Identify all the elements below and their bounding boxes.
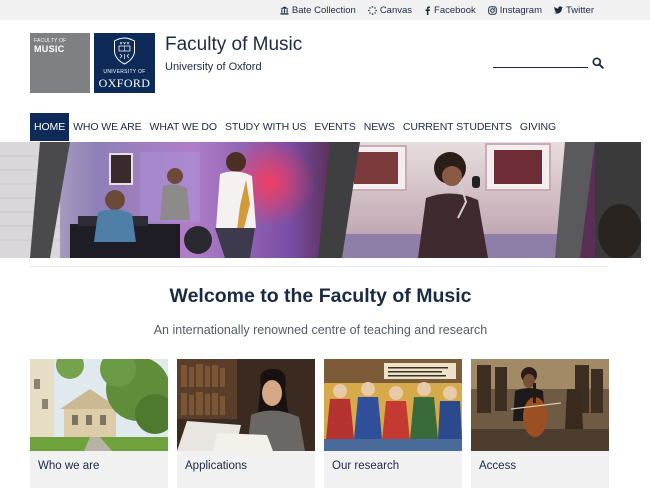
hero-banner-image	[0, 142, 641, 258]
nav-item-home[interactable]: HOME	[30, 113, 70, 141]
instagram-icon	[487, 5, 497, 15]
faculty-logo-big-text: MUSIC	[34, 44, 65, 54]
faculty-of-music-logo[interactable]: FACULTY OF MUSIC	[30, 33, 90, 93]
card-image-student-studying	[177, 359, 315, 451]
canvas-icon	[367, 5, 377, 15]
search-underline	[493, 67, 588, 68]
facebook-icon	[424, 5, 431, 15]
utility-link-label: Bate Collection	[291, 4, 356, 16]
utility-bar: Bate Collection Canvas Facebook Instagra…	[0, 0, 650, 20]
nav-item-events[interactable]: EVENTS	[310, 113, 359, 141]
card-our-research[interactable]: Our research	[324, 359, 462, 488]
search-icon[interactable]	[592, 56, 604, 69]
card-label: Access	[471, 451, 609, 488]
utility-link-label: Twitter	[566, 4, 594, 16]
utility-link-facebook[interactable]: Facebook	[424, 5, 476, 16]
nav-item-news[interactable]: NEWS	[360, 113, 399, 141]
nav-item-study-with-us[interactable]: STUDY WITH US	[221, 113, 310, 141]
card-image-college-quad	[30, 359, 168, 451]
nav-item-current-students[interactable]: CURRENT STUDENTS	[399, 113, 516, 141]
card-access[interactable]: Access	[471, 359, 609, 488]
card-image-cellist	[471, 359, 609, 451]
card-label: Our research	[324, 451, 462, 488]
site-title[interactable]: Faculty of Music	[165, 34, 302, 56]
welcome-heading: Welcome to the Faculty of Music	[169, 285, 472, 307]
site-subtitle: University of Oxford	[165, 61, 262, 73]
utility-links: Bate Collection Canvas Facebook Instagra…	[280, 0, 594, 20]
utility-link-label: Canvas	[379, 4, 413, 16]
oxford-logo-small-text: UNIVERSITY OF	[103, 69, 146, 75]
card-image-medieval-manuscript	[324, 359, 462, 451]
welcome-subheading: An internationally renowned centre of te…	[153, 323, 488, 337]
utility-link-bate-collection[interactable]: Bate Collection	[280, 5, 356, 16]
twitter-icon	[554, 6, 563, 14]
utility-link-label: Instagram	[499, 4, 543, 16]
institution-icon	[280, 5, 289, 15]
utility-link-twitter[interactable]: Twitter	[554, 5, 594, 16]
section-divider	[30, 266, 608, 267]
card-label: Applications	[177, 451, 315, 488]
nav-item-who-we-are[interactable]: WHO WE ARE	[69, 113, 145, 141]
main-navigation: HOME WHO WE ARE WHAT WE DO STUDY WITH US…	[30, 113, 560, 141]
oxford-crest-icon	[113, 37, 136, 70]
card-label: Who we are	[30, 451, 168, 488]
utility-link-label: Facebook	[434, 4, 476, 16]
utility-link-instagram[interactable]: Instagram	[487, 4, 543, 16]
card-who-we-are[interactable]: Who we are	[30, 359, 168, 488]
oxford-logo-big-text: OXFORD	[98, 76, 151, 90]
nav-item-what-we-do[interactable]: WHAT WE DO	[146, 113, 221, 141]
search-input[interactable]	[493, 54, 588, 67]
utility-link-canvas[interactable]: Canvas	[367, 4, 413, 16]
university-of-oxford-logo[interactable]: UNIVERSITY OF OXFORD	[94, 33, 155, 93]
nav-item-giving[interactable]: GIVING	[516, 113, 560, 141]
card-applications[interactable]: Applications	[177, 359, 315, 488]
